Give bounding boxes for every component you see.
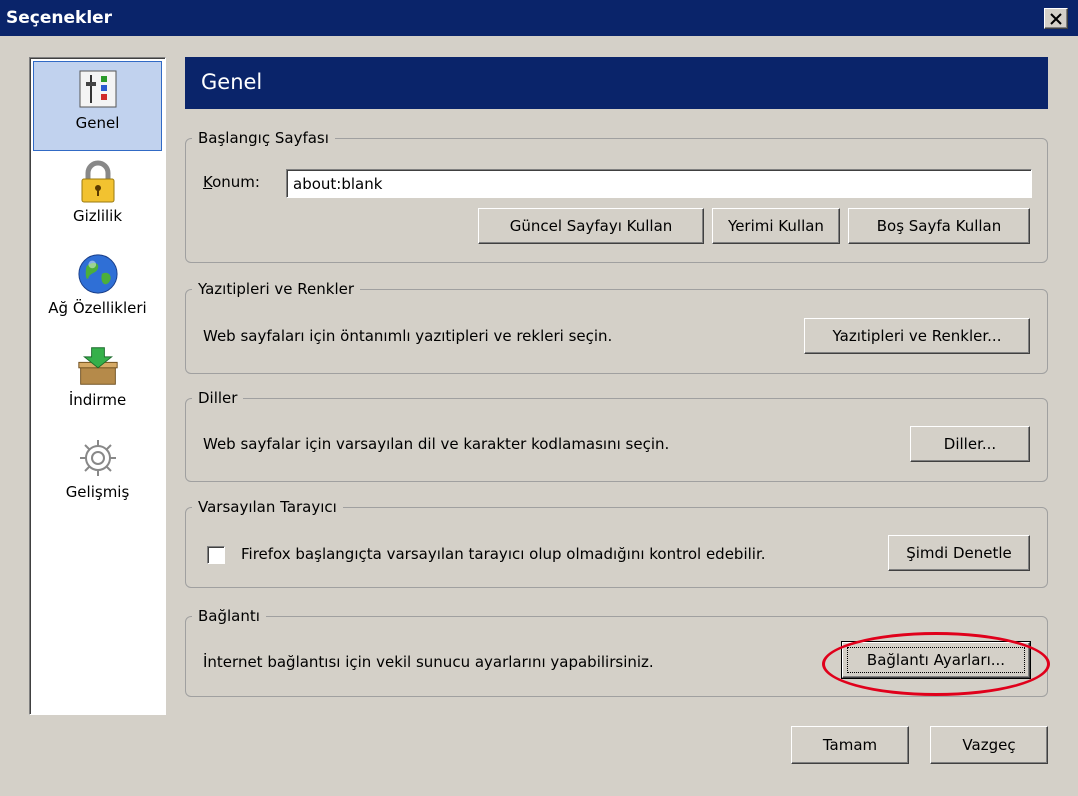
window-title: Seçenekler <box>6 8 113 28</box>
ok-button[interactable]: Tamam <box>791 726 909 764</box>
close-button[interactable] <box>1044 8 1068 29</box>
check-now-button[interactable]: Şimdi Denetle <box>888 535 1030 571</box>
location-input[interactable] <box>286 169 1032 198</box>
sidebar-item-label: Ağ Özellikleri <box>48 299 147 317</box>
sidebar-item-privacy[interactable]: Gizlilik <box>33 155 162 245</box>
focus-ring <box>847 647 1025 673</box>
options-dialog: Seçenekler Genel Gizlilik Ağ Özellikleri… <box>0 0 1078 796</box>
group-legend: Diller <box>192 388 244 408</box>
padlock-icon <box>77 160 119 203</box>
languages-group: Diller Web sayfalar için varsayılan dil … <box>185 388 1048 482</box>
default-browser-checkbox[interactable] <box>207 546 225 564</box>
close-icon <box>1050 12 1062 25</box>
use-blank-page-button[interactable]: Boş Sayfa Kullan <box>848 208 1030 244</box>
general-sliders-icon <box>77 68 119 110</box>
download-box-icon <box>77 345 119 387</box>
group-legend: Yazıtipleri ve Renkler <box>192 279 361 299</box>
page-title: Genel <box>185 57 1048 109</box>
connection-settings-button[interactable]: Bağlantı Ayarları... <box>841 641 1031 679</box>
fonts-description: Web sayfaları için öntanımlı yazıtipleri… <box>203 327 613 345</box>
fonts-colors-button[interactable]: Yazıtipleri ve Renkler... <box>804 318 1030 354</box>
globe-icon <box>77 253 119 295</box>
gear-icon <box>77 437 119 479</box>
default-browser-label: Firefox başlangıçta varsayılan tarayıcı … <box>241 545 766 563</box>
use-bookmark-button[interactable]: Yerimi Kullan <box>712 208 840 244</box>
sidebar-item-label: Genel <box>75 114 120 132</box>
group-legend: Varsayılan Tarayıcı <box>192 497 343 517</box>
category-sidebar: Genel Gizlilik Ağ Özellikleri İndirme Ge… <box>29 57 166 715</box>
title-bar: Seçenekler <box>0 0 1078 36</box>
location-label: Konum: <box>203 173 260 191</box>
startup-page-group: Başlangıç Sayfası Konum: Güncel Sayfayı … <box>185 128 1048 263</box>
sidebar-item-network[interactable]: Ağ Özellikleri <box>33 247 162 337</box>
sidebar-item-label: Gelişmiş <box>65 483 130 501</box>
group-legend: Başlangıç Sayfası <box>192 128 335 148</box>
connection-description: İnternet bağlantısı için vekil sunucu ay… <box>203 653 654 671</box>
languages-description: Web sayfalar için varsayılan dil ve kara… <box>203 435 670 453</box>
sidebar-item-general[interactable]: Genel <box>33 61 162 151</box>
sidebar-item-downloads[interactable]: İndirme <box>33 339 162 429</box>
use-current-page-button[interactable]: Güncel Sayfayı Kullan <box>478 208 704 244</box>
fonts-colors-group: Yazıtipleri ve Renkler Web sayfaları içi… <box>185 279 1048 374</box>
sidebar-item-label: İndirme <box>68 391 127 409</box>
group-legend: Bağlantı <box>192 606 266 626</box>
sidebar-item-advanced[interactable]: Gelişmiş <box>33 431 162 521</box>
connection-group: Bağlantı İnternet bağlantısı için vekil … <box>185 606 1048 697</box>
languages-button[interactable]: Diller... <box>910 426 1030 462</box>
sidebar-item-label: Gizlilik <box>72 207 123 225</box>
cancel-button[interactable]: Vazgeç <box>930 726 1048 764</box>
default-browser-group: Varsayılan Tarayıcı Firefox başlangıçta … <box>185 497 1048 588</box>
